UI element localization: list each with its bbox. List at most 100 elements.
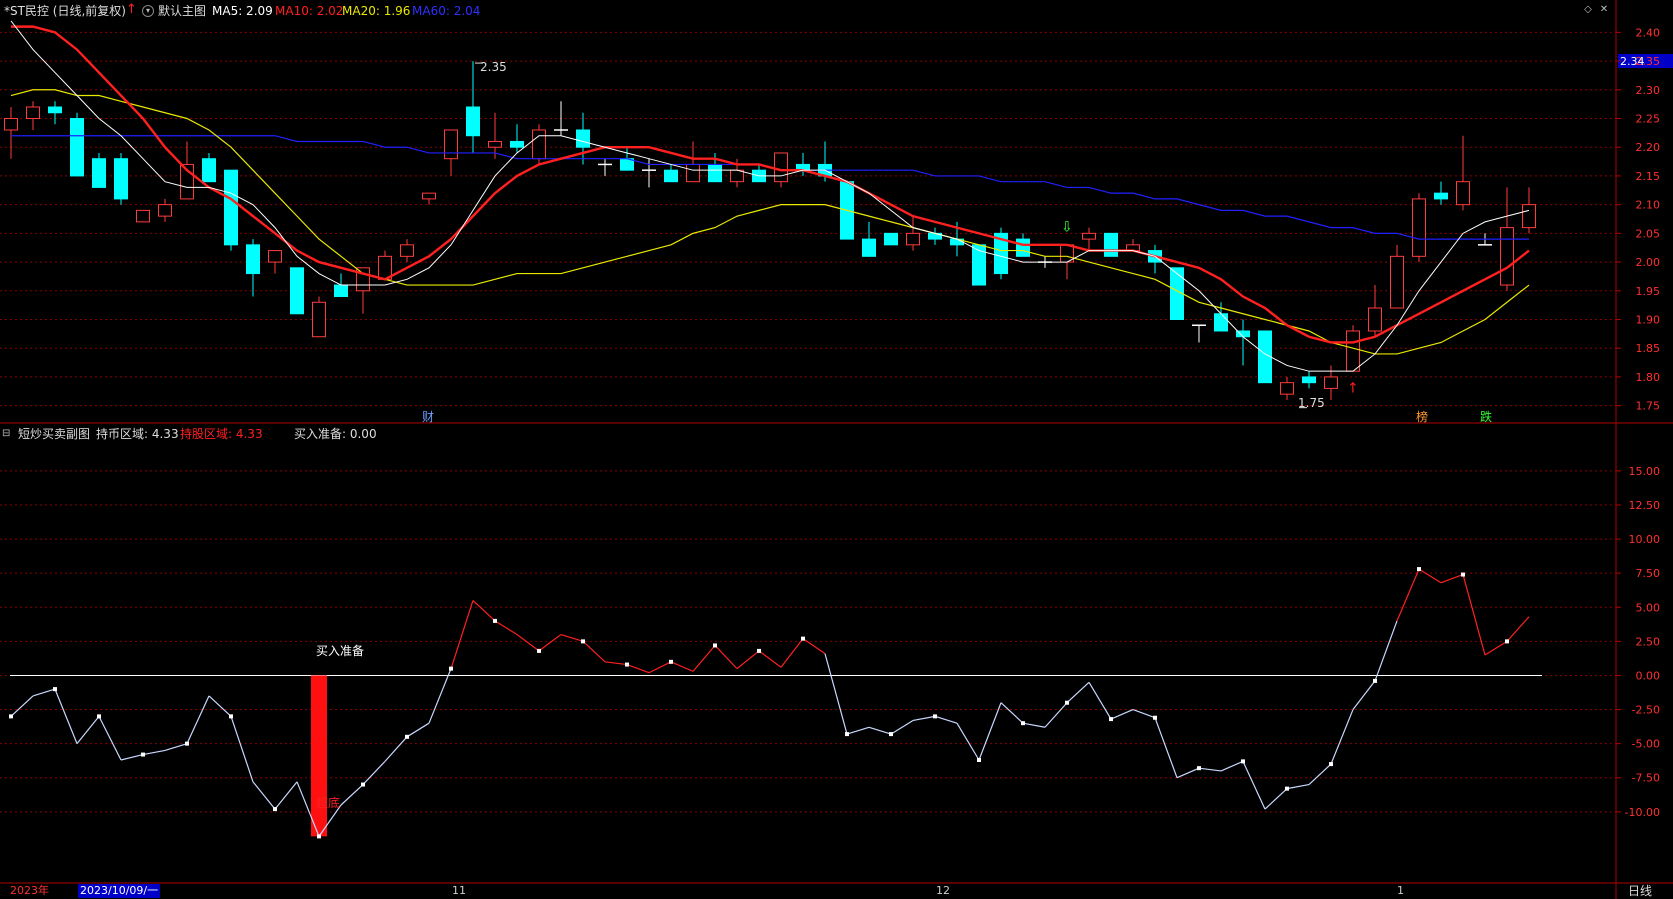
year-label: 2023年 xyxy=(10,884,49,897)
candle-body xyxy=(92,158,106,188)
indicator-segment xyxy=(1484,640,1508,656)
indicator-point xyxy=(933,714,937,719)
stock-chart[interactable]: ↑⇩ 2.402.352.302.252.202.152.102.052.001… xyxy=(0,0,1673,899)
indicator-segment xyxy=(758,650,782,668)
candle xyxy=(202,152,216,183)
price-axis-label: 1.80 xyxy=(1636,371,1661,384)
current-price-tag: 2.34 xyxy=(1620,55,1645,68)
candle-body xyxy=(290,267,304,315)
indicator-segment xyxy=(472,600,496,622)
indicator-segment xyxy=(252,781,276,810)
indicator-point xyxy=(229,714,233,719)
candle xyxy=(752,164,766,183)
price-axis-label: 2.05 xyxy=(1636,227,1661,240)
indicator-point xyxy=(185,741,189,746)
ma60-line xyxy=(11,135,1529,240)
period-button[interactable]: 日线 xyxy=(1628,884,1652,898)
main-chart-label[interactable]: 默认主图 xyxy=(158,4,206,18)
indicator-segment xyxy=(692,645,716,672)
candle xyxy=(1434,181,1448,205)
candle-body xyxy=(400,244,414,257)
indicator-segment xyxy=(1352,680,1376,710)
sub-axis-label: -5.00 xyxy=(1632,738,1660,751)
candle-body xyxy=(1434,192,1448,200)
month-12: 12 xyxy=(936,884,950,897)
indicator-segment xyxy=(604,661,628,666)
indicator-segment xyxy=(1418,568,1442,584)
candle-body xyxy=(158,204,172,217)
indicator-segment xyxy=(736,650,760,670)
indicator-point xyxy=(273,807,277,812)
sub-axis-label: 2.50 xyxy=(1636,635,1661,648)
sub-axis-label: -7.50 xyxy=(1632,772,1660,785)
indicator-point xyxy=(669,659,673,664)
price-axis-label: 2.30 xyxy=(1636,84,1661,97)
indicator-point xyxy=(9,714,13,719)
candle xyxy=(70,112,84,177)
sub-axis-label: 15.00 xyxy=(1629,465,1661,478)
indicator-segment xyxy=(98,716,122,761)
ma60-label: MA60: 2.04 xyxy=(412,4,481,18)
indicator-segment xyxy=(164,743,188,752)
close-icon[interactable]: ✕ xyxy=(1598,4,1610,16)
indicator-segment xyxy=(516,634,540,652)
indicator-segment xyxy=(120,753,144,761)
bottom-signal-bar xyxy=(311,675,327,837)
indicator-segment xyxy=(1242,761,1266,810)
indicator-segment xyxy=(384,736,408,762)
indicator-segment xyxy=(362,760,386,785)
indicator-segment xyxy=(538,634,562,652)
indicator-segment xyxy=(978,702,1002,761)
candle-body xyxy=(532,129,546,160)
indicator-segment xyxy=(1198,767,1222,772)
candle xyxy=(906,216,920,251)
diamond-icon[interactable]: ◇ xyxy=(1582,4,1594,16)
candle xyxy=(1082,227,1096,251)
candles-group xyxy=(4,61,1536,400)
candle-body xyxy=(884,232,898,246)
indicator-segment xyxy=(1154,717,1178,778)
candle xyxy=(158,198,172,222)
price-axis-label: 2.00 xyxy=(1636,256,1661,269)
indicator-segment xyxy=(1286,783,1310,790)
candle xyxy=(48,101,62,125)
indicator-point xyxy=(801,636,805,641)
indicator-segment xyxy=(186,695,210,744)
candle xyxy=(510,124,524,153)
candle xyxy=(598,158,612,176)
candle xyxy=(136,209,150,223)
candle-body xyxy=(202,158,216,183)
indicator-segment xyxy=(428,668,452,724)
price-axis-label: 1.85 xyxy=(1636,342,1661,355)
candle-body xyxy=(1412,198,1426,257)
candle-body xyxy=(1280,382,1294,395)
price-axis-label: 2.20 xyxy=(1636,141,1661,154)
candle-body xyxy=(1456,181,1470,206)
high-price-label: 2.35 xyxy=(480,60,507,74)
buy-ready-value: 买入准备: 0.00 xyxy=(294,427,377,441)
marker-bang: 榜 xyxy=(1416,410,1429,424)
indicator-segment xyxy=(934,715,958,724)
candle-body xyxy=(444,129,458,160)
indicator-segment xyxy=(846,726,870,735)
indicator-point xyxy=(977,758,981,762)
indicator-point xyxy=(1109,717,1113,722)
indicator-segment xyxy=(582,640,606,663)
sub-axis-label: -2.50 xyxy=(1632,704,1660,717)
settings-circle-icon[interactable]: ▾ xyxy=(142,5,154,17)
candle xyxy=(312,296,326,338)
candle-body xyxy=(1368,307,1382,332)
indicator-point xyxy=(361,782,365,787)
indicator-segment xyxy=(1000,702,1024,724)
candle-body xyxy=(1500,227,1514,286)
indicator-segment xyxy=(1176,767,1200,779)
candle xyxy=(664,164,678,183)
candle xyxy=(1324,365,1338,400)
ma5-label: MA5: 2.09 xyxy=(212,4,273,18)
collapse-icon[interactable]: ⊟ xyxy=(2,427,10,441)
candle-body xyxy=(774,152,788,183)
candle-body xyxy=(334,284,348,298)
candle-body xyxy=(466,106,480,137)
indicator-point xyxy=(1505,639,1509,644)
candle-body xyxy=(1324,376,1338,389)
